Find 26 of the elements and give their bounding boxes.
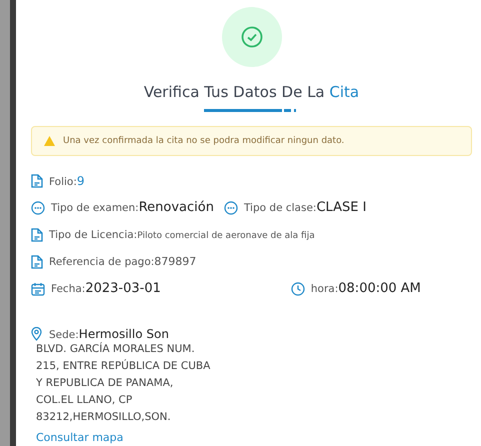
alert-text: Una vez confirmada la cita no se podra modificar ningun dato. bbox=[63, 136, 344, 146]
field-text: Referencia de pago:879897 bbox=[49, 255, 196, 268]
warning-icon bbox=[44, 136, 55, 146]
field-text: Tipo de Licencia:Piloto comercial de aeronave de ala fija bbox=[49, 228, 315, 240]
calendar-icon bbox=[31, 282, 45, 296]
address-line: BLVD. GARCÍA MORALES NUM. bbox=[36, 341, 196, 357]
field-text: Tipo de examen:Renovación bbox=[51, 200, 214, 215]
document-icon bbox=[31, 254, 43, 268]
dots-circle-icon bbox=[224, 200, 238, 214]
address-line: COL.EL LLANO, CP bbox=[36, 393, 134, 408]
field-text: hora:08:00:00 AM bbox=[310, 281, 421, 296]
dialog-title: Verifica Tus Datos De La Cita bbox=[144, 83, 360, 101]
clock-icon bbox=[290, 282, 305, 296]
location-pin-icon bbox=[31, 327, 42, 341]
address-line: 83212,HERMOSILLO,SON. bbox=[36, 410, 172, 425]
address-line: Y REPUBLICA DE PANAMA, bbox=[36, 376, 174, 391]
field-text: Tipo de clase:CLASE I bbox=[244, 200, 366, 215]
map-link[interactable]: Consultar mapa bbox=[36, 431, 124, 444]
address-line: 215, ENTRE REPÚBLICA DE CUBA bbox=[36, 358, 212, 374]
field-text: Fecha:2023-03-01 bbox=[51, 281, 161, 296]
dots-circle-icon bbox=[31, 200, 45, 214]
field-text: Folio:9 bbox=[49, 174, 85, 188]
document-icon bbox=[31, 228, 43, 242]
document-icon bbox=[31, 174, 43, 188]
check-circle-icon bbox=[240, 26, 262, 48]
sede-text: Sede:Hermosillo Son bbox=[49, 327, 169, 341]
